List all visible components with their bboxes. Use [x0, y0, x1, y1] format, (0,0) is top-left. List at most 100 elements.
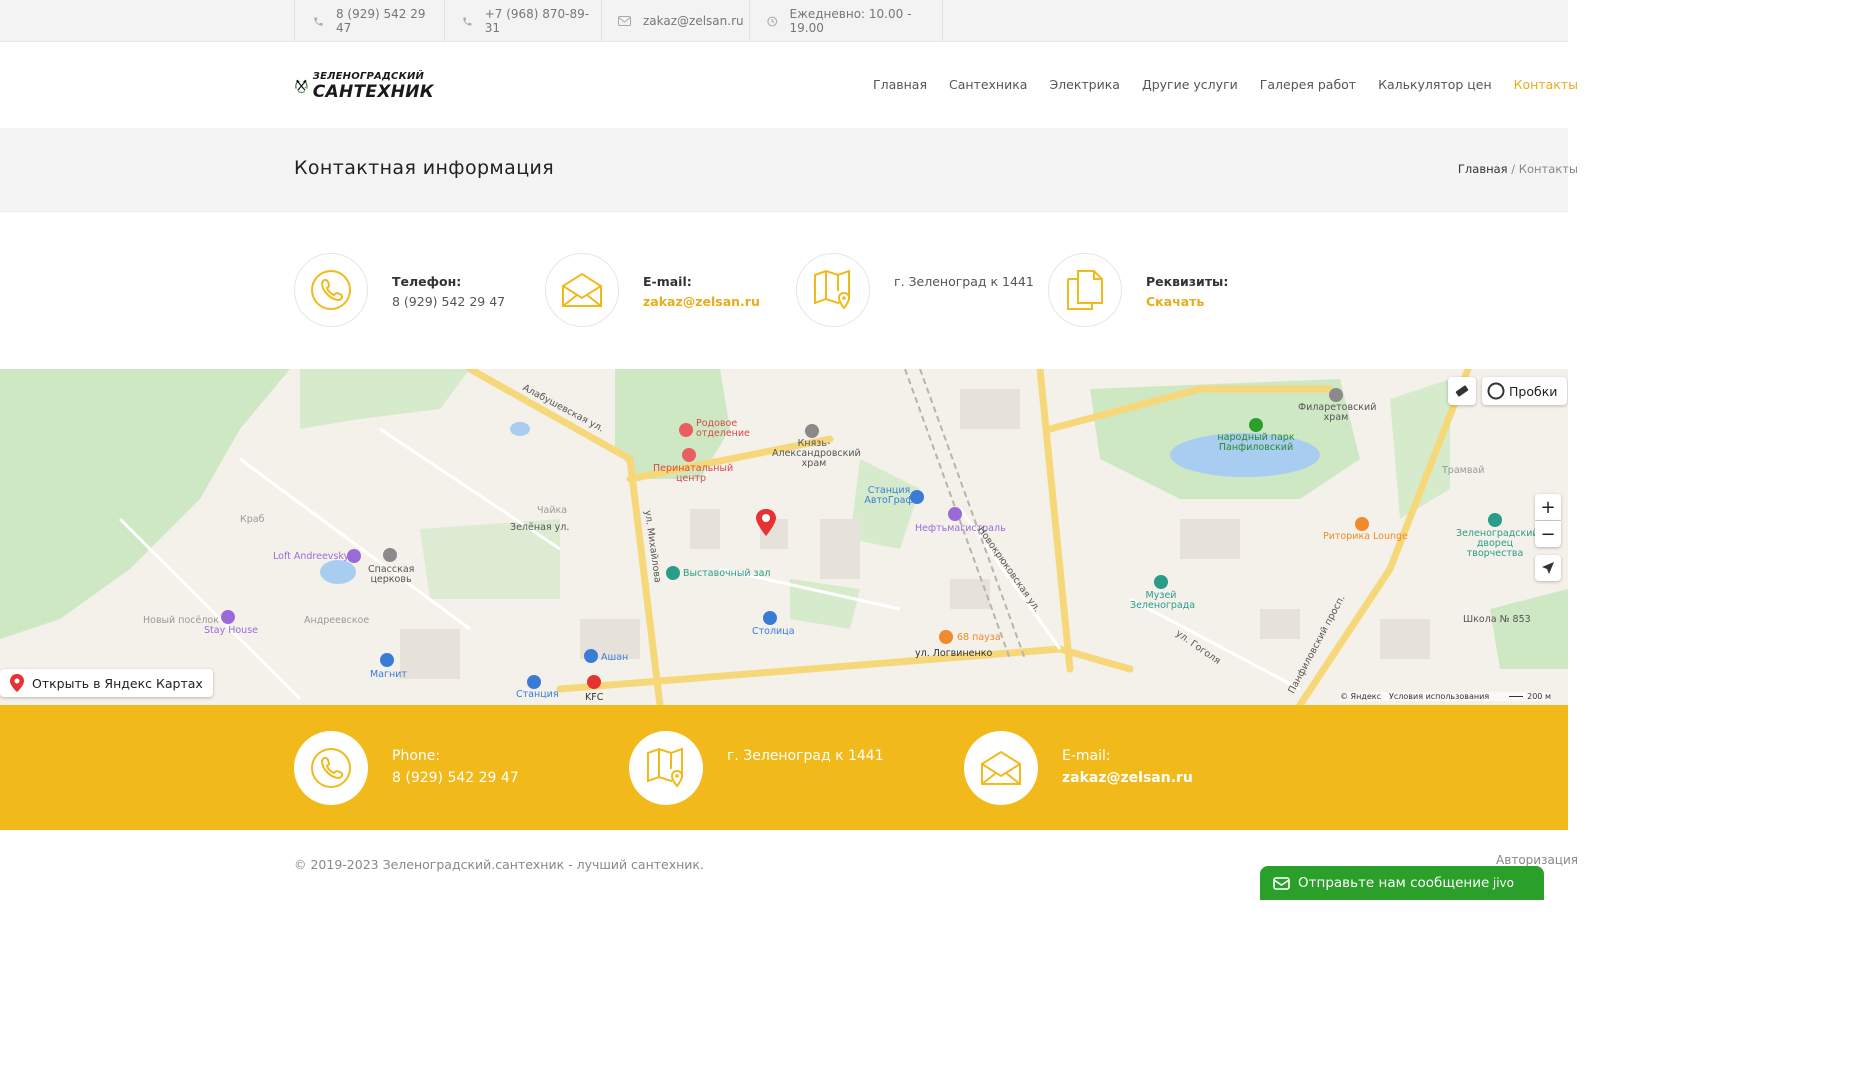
contact-phone-icon-circle: [294, 253, 368, 327]
map-pin-icon: [647, 747, 684, 788]
envelope-icon: [618, 16, 631, 26]
traffic-button[interactable]: Пробки: [1482, 377, 1568, 405]
ruler-button[interactable]: [1448, 377, 1476, 405]
contact-email-link[interactable]: zakaz@zelsan.ru: [643, 294, 760, 309]
map-label: Магнит: [370, 669, 407, 680]
nav-gallery[interactable]: Галерея работ: [1260, 77, 1356, 92]
envelope-icon: [562, 272, 602, 307]
map-label: Панфиловский просп.: [1286, 593, 1348, 696]
footer-phone-text: Phone: 8 (929) 542 29 47: [392, 745, 519, 805]
traffic-icon: [1487, 382, 1505, 400]
contact-phone-text: Телефон: 8 (929) 542 29 47: [392, 272, 505, 327]
contact-requisites-block: Реквизиты: Скачать: [1048, 253, 1228, 327]
map-label: Станция: [516, 689, 559, 700]
topbar-phone1-text: 8 (929) 542 29 47: [335, 7, 426, 35]
map-label: Чайка: [537, 505, 568, 516]
map-label: ул. Михайлова: [641, 509, 664, 584]
footer-phone-icon-circle: [294, 731, 368, 805]
map-label: ул. Логвиненко: [915, 648, 993, 659]
copyright-text: © 2019-2023 Зеленоградский.сантехник - л…: [294, 857, 704, 872]
contact-phone-label: Телефон:: [392, 274, 462, 289]
requisites-download-link[interactable]: Скачать: [1146, 294, 1204, 309]
map-label: Музей Зеленограда: [1130, 590, 1196, 611]
page-title: Контактная информация: [294, 157, 555, 179]
footer-email-icon-circle: [964, 731, 1038, 805]
zoom-out-button[interactable]: −: [1535, 521, 1561, 547]
nav-plumbing[interactable]: Сантехника: [949, 77, 1027, 92]
map-scale-bar: [1509, 696, 1524, 697]
site-logo[interactable]: ЗЕЛЕНОГРАДСКИЙ САНТЕХНИК: [294, 64, 434, 108]
map-label: народный парк Панфиловский: [1217, 432, 1295, 453]
footer-address-block: г. Зеленоград к 1441: [629, 731, 884, 805]
nav-electrics[interactable]: Электрика: [1049, 77, 1120, 92]
topbar-phone1[interactable]: 8 (929) 542 29 47: [294, 0, 444, 42]
jivo-chat-button[interactable]: Отправьте нам сообщение jivo: [1260, 866, 1544, 900]
topbar-phone2[interactable]: +7 (968) 870-89-31: [444, 0, 601, 42]
nav-home[interactable]: Главная: [873, 77, 927, 92]
open-in-yandex-maps-button[interactable]: Открыть в Яндекс Картах: [0, 669, 213, 697]
footer-email-label: E-mail:: [1062, 748, 1111, 764]
contact-email-label: E-mail:: [643, 274, 692, 289]
map-label: Зелёная ул.: [510, 522, 570, 533]
map-label: Перинатальный центр: [653, 463, 734, 484]
clock-icon: [767, 16, 778, 26]
breadcrumb-home[interactable]: Главная: [1458, 162, 1508, 176]
map-label: Андреевское: [304, 615, 370, 626]
contact-address-value: г. Зеленоград к 1441: [894, 274, 1034, 289]
logo-line2: САНТЕХНИК: [312, 81, 434, 102]
contact-address-icon-circle: [796, 253, 870, 327]
map-label: Школа № 853: [1463, 614, 1531, 625]
map-label: Ашан: [601, 652, 629, 663]
footer-address-value: г. Зеленоград к 1441: [727, 748, 884, 764]
jivo-brand: jivo: [1492, 876, 1514, 890]
map-label: Спасская церковь: [368, 564, 415, 585]
top-bar: 8 (929) 542 29 47 +7 (968) 870-89-31 zak…: [0, 0, 1568, 42]
map-copyright[interactable]: © Яндекс: [1340, 692, 1381, 701]
yandex-pin-icon: [10, 674, 24, 692]
phone-icon: [463, 16, 472, 26]
logo-crossed-tools-icon: [294, 79, 308, 93]
logo-wordmark: ЗЕЛЕНОГРАДСКИЙ САНТЕХНИК: [312, 70, 434, 102]
topbar-email-text: zakaz@zelsan.ru: [643, 14, 744, 28]
footer-address-text: г. Зеленоград к 1441: [727, 745, 884, 805]
documents-icon: [1067, 270, 1103, 310]
footer-phone-block: Phone: 8 (929) 542 29 47: [294, 731, 519, 805]
map-scale-label: 200 м: [1527, 692, 1551, 701]
contact-phone-block: Телефон: 8 (929) 542 29 47: [294, 253, 505, 327]
phone-handset-icon: [311, 748, 351, 788]
breadcrumb-separator: /: [1507, 162, 1519, 176]
topbar-hours: Ежедневно: 10.00 - 19.00: [749, 0, 943, 42]
footer-phone-value[interactable]: 8 (929) 542 29 47: [392, 767, 519, 789]
contact-address-block: г. Зеленоград к 1441: [796, 253, 1034, 327]
nav-other-services[interactable]: Другие услуги: [1142, 77, 1238, 92]
contact-requisites-label: Реквизиты:: [1146, 274, 1229, 289]
map-label: Loft Andreevsky: [273, 551, 350, 562]
breadcrumb: Главная / Контакты: [1458, 162, 1578, 176]
footer-email-link[interactable]: zakaz@zelsan.ru: [1062, 770, 1193, 786]
map-label: Алабушевская ул.: [520, 382, 606, 435]
topbar-hours-text: Ежедневно: 10.00 - 19.00: [789, 7, 912, 35]
map-label: Князь-Александровский храм: [772, 438, 861, 469]
nav-contacts[interactable]: Контакты: [1514, 77, 1578, 92]
map-label: Риторика Lounge: [1323, 531, 1408, 542]
footer-phone-label: Phone:: [392, 748, 441, 764]
topbar-email[interactable]: zakaz@zelsan.ru: [601, 0, 749, 42]
auth-link[interactable]: Авторизация: [1496, 853, 1578, 867]
yandex-map[interactable]: Алабушевская ул. Родовое отделение Перин…: [0, 369, 1568, 705]
geolocation-button[interactable]: [1535, 555, 1561, 581]
map-label: ул. Гоголя: [1173, 628, 1223, 667]
map-label: Родовое отделение: [696, 418, 750, 439]
map-label: 68 пауза: [957, 632, 1001, 643]
contact-email-text: E-mail: zakaz@zelsan.ru: [643, 272, 760, 327]
map-label: Станция АвтоГраф: [864, 485, 914, 506]
zoom-in-button[interactable]: +: [1535, 494, 1561, 520]
map-label: Зеленоградский дворец творчества: [1456, 528, 1539, 559]
nav-price-calculator[interactable]: Калькулятор цен: [1378, 77, 1492, 92]
map-terms-link[interactable]: Условия использования: [1389, 692, 1489, 701]
contact-phone-value[interactable]: 8 (929) 542 29 47: [392, 292, 505, 312]
logo-line1: ЗЕЛЕНОГРАДСКИЙ: [312, 70, 425, 82]
map-label: Столица: [752, 626, 795, 637]
contact-email-icon-circle: [545, 253, 619, 327]
traffic-label: Пробки: [1509, 383, 1558, 399]
contact-address-text: г. Зеленоград к 1441: [894, 272, 1034, 327]
